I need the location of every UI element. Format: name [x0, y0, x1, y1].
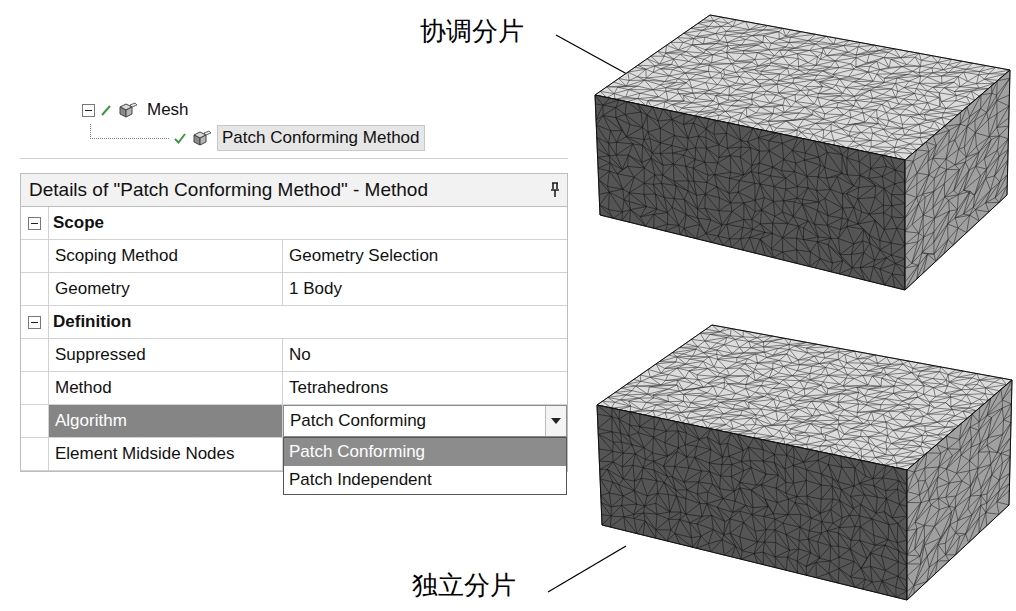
property-label: Element Midside Nodes: [49, 438, 283, 470]
property-label: Scoping Method: [49, 240, 283, 272]
property-value[interactable]: 1 Body: [283, 273, 567, 305]
value-text: 1 Body: [289, 279, 561, 299]
status-check-icon: [99, 103, 113, 117]
property-row[interactable]: Scoping Method Geometry Selection: [21, 240, 567, 273]
property-value[interactable]: Patch ConformingPatch ConformingPatch In…: [283, 405, 567, 437]
property-row[interactable]: Geometry 1 Body: [21, 273, 567, 306]
side-face: [905, 70, 1010, 290]
mesh-canvas: [585, 8, 1016, 611]
collapse-toggle-icon[interactable]: [28, 217, 41, 230]
property-row[interactable]: Method Tetrahedrons: [21, 372, 567, 405]
front-face: [597, 405, 907, 600]
mesh-icon: [191, 129, 213, 147]
details-title: Details of "Patch Conforming Method" - M…: [29, 179, 428, 201]
figure-label: 协调分片: [420, 14, 524, 49]
outline-tree: Mesh Patch Conforming Method: [20, 96, 568, 159]
property-label: Geometry: [49, 273, 283, 305]
pin-icon[interactable]: [549, 182, 561, 198]
figure-label: 独立分片: [412, 568, 516, 603]
value-text: Patch Conforming: [290, 411, 539, 431]
tree-label[interactable]: Mesh: [143, 98, 193, 122]
leader-line: [556, 35, 636, 79]
value-text: Tetrahedrons: [289, 378, 561, 398]
collapse-toggle-icon[interactable]: [28, 316, 41, 329]
property-label: Algorithm: [49, 405, 283, 437]
property-label: Suppressed: [49, 339, 283, 371]
meshed-box: [597, 325, 1012, 600]
dropdown-menu: Patch ConformingPatch Independent: [283, 437, 567, 495]
mesh-icon: [117, 101, 139, 119]
property-value[interactable]: No: [283, 339, 567, 371]
tree-connector-icon: [90, 124, 169, 139]
expand-toggle-icon[interactable]: [82, 104, 95, 117]
front-face: [595, 95, 905, 290]
section-header[interactable]: Definition: [21, 306, 567, 339]
section-header[interactable]: Scope: [21, 207, 567, 240]
value-text: Geometry Selection: [289, 246, 561, 266]
section-label: Scope: [49, 207, 567, 239]
section-label: Definition: [49, 306, 567, 338]
tree-label[interactable]: Patch Conforming Method: [217, 125, 425, 151]
property-value[interactable]: Tetrahedrons: [283, 372, 567, 404]
mechanical-ui: Mesh Patch Conforming Method Details of "P…: [0, 0, 568, 472]
details-panel: Details of "Patch Conforming Method" - M…: [20, 173, 568, 472]
status-check-icon: [173, 131, 187, 145]
value-text: No: [289, 345, 561, 365]
figure-page: Mesh Patch Conforming Method Details of "P…: [0, 0, 1016, 611]
leader-line: [548, 546, 626, 592]
property-row[interactable]: AlgorithmPatch ConformingPatch Conformin…: [21, 405, 567, 438]
dropdown-arrow-icon[interactable]: [545, 406, 566, 436]
property-value[interactable]: Geometry Selection: [283, 240, 567, 272]
details-title-bar: Details of "Patch Conforming Method" - M…: [21, 174, 567, 207]
dropdown-option[interactable]: Patch Independent: [284, 466, 566, 494]
tree-item[interactable]: Mesh: [20, 96, 568, 124]
details-grid: ScopeScoping Method Geometry Selection Geo…: [21, 207, 567, 471]
tree-item[interactable]: Patch Conforming Method: [20, 124, 568, 152]
property-row[interactable]: Suppressed No: [21, 339, 567, 372]
meshed-box: [595, 15, 1010, 290]
side-face: [907, 380, 1012, 600]
dropdown-option[interactable]: Patch Conforming: [284, 438, 566, 466]
property-label: Method: [49, 372, 283, 404]
